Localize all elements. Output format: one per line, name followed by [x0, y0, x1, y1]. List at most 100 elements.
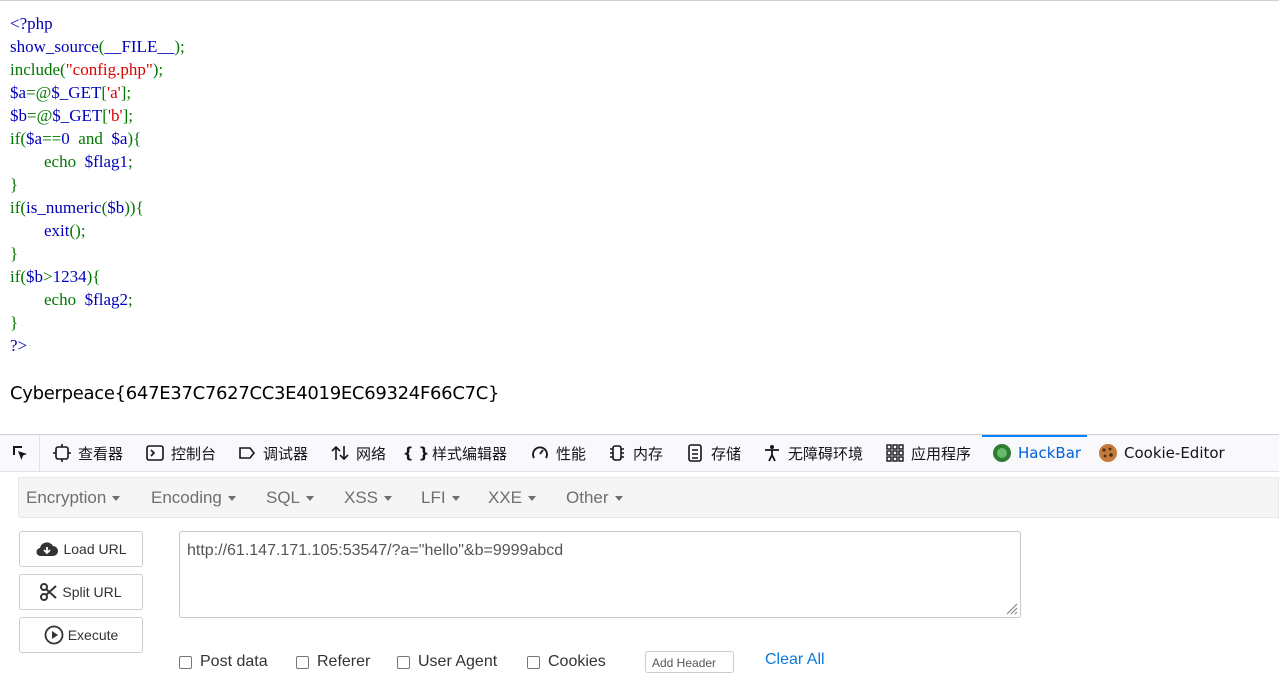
add-header-button[interactable]: Add Header [645, 651, 734, 673]
code-token: ){ [86, 267, 101, 286]
code-token: =@ [26, 83, 52, 102]
devtools-toolbar: 查看器 控制台 调试器 网络 { } 样式编辑器 性能 内存 存储 无障碍环境 … [0, 435, 1279, 472]
load-url-button[interactable]: Load URL [19, 531, 143, 567]
tab-storage[interactable]: 存储 [685, 435, 741, 471]
code-token: } [10, 175, 19, 194]
code-token: $b [107, 198, 125, 217]
menu-sql[interactable]: SQL [266, 488, 315, 508]
code-line: ?> [10, 334, 185, 357]
code-token: (); [69, 221, 86, 240]
tab-label: HackBar [1018, 444, 1082, 462]
tab-label: Cookie-Editor [1124, 444, 1225, 462]
code-token: ]; [120, 83, 132, 102]
network-icon [330, 443, 350, 463]
code-token: is_numeric [26, 198, 102, 217]
cookies-checkbox[interactable] [527, 655, 540, 669]
user-agent-option[interactable]: User Agent [397, 653, 497, 671]
code-line: echo $flag1; [10, 150, 185, 173]
tab-console[interactable]: 控制台 [145, 435, 216, 471]
console-icon [145, 443, 165, 463]
clear-all-link[interactable]: Clear All [765, 651, 825, 669]
performance-icon [530, 443, 550, 463]
code-line: $b=@$_GET['b']; [10, 104, 185, 127]
code-token: ; [128, 290, 133, 309]
code-token: $a [10, 83, 27, 102]
tab-label: 查看器 [78, 444, 124, 463]
menu-lfi[interactable]: LFI [421, 488, 460, 508]
code-token: == [42, 129, 62, 148]
code-token: show_source [10, 37, 99, 56]
code-token: and [78, 129, 112, 148]
code-line: } [10, 242, 185, 265]
url-textarea[interactable]: http://61.147.171.105:53547/?a="hello"&b… [179, 531, 1021, 618]
scissors-icon [40, 583, 58, 601]
referer-checkbox[interactable] [296, 655, 309, 669]
cloud-download-icon [36, 542, 59, 557]
code-token: ){ [127, 129, 142, 148]
execute-button[interactable]: Execute [19, 617, 143, 653]
code-token: ?> [10, 336, 28, 355]
menu-encryption[interactable]: Encryption [26, 488, 121, 508]
tab-label: 存储 [711, 444, 742, 463]
code-token: $flag1 [84, 152, 129, 171]
chevron-down-icon [528, 496, 537, 502]
code-token: $flag2 [84, 290, 129, 309]
menu-xxe[interactable]: XXE [488, 488, 537, 508]
menu-xss[interactable]: XSS [344, 488, 393, 508]
hackbar-icon [992, 443, 1012, 463]
code-token: if( [10, 267, 27, 286]
referer-option[interactable]: Referer [296, 653, 370, 671]
code-token: 'b' [107, 106, 123, 125]
code-token: $b [10, 106, 27, 125]
code-line: if($a==0 and $a){ [10, 127, 185, 150]
post-data-option[interactable]: Post data [179, 653, 268, 671]
code-line: $a=@$_GET['a']; [10, 81, 185, 104]
tab-performance[interactable]: 性能 [530, 435, 586, 471]
tab-hackbar[interactable]: HackBar [981, 435, 1088, 471]
play-circle-icon [44, 625, 64, 645]
php-source-code: <?php show_source(__FILE__); include("conf… [10, 12, 185, 357]
memory-icon [607, 443, 627, 463]
code-token: if( [10, 198, 27, 217]
tab-memory[interactable]: 内存 [607, 435, 663, 471]
tab-style-editor[interactable]: { } 样式编辑器 [402, 435, 507, 471]
post-data-checkbox[interactable] [179, 655, 192, 669]
debugger-icon [237, 443, 257, 463]
inspector-icon [52, 443, 72, 463]
tab-debugger[interactable]: 调试器 [237, 435, 308, 471]
tab-application[interactable]: 应用程序 [885, 435, 971, 471]
menu-other[interactable]: Other [566, 488, 623, 508]
tab-cookie-editor[interactable]: Cookie-Editor [1098, 435, 1225, 471]
tab-label: 控制台 [171, 444, 217, 463]
element-picker-icon [12, 446, 27, 460]
code-token: "config.php" [65, 60, 153, 79]
tab-label: 性能 [556, 444, 587, 463]
tab-label: 无障碍环境 [788, 444, 864, 463]
code-token: ); [174, 37, 185, 56]
resize-handle-icon[interactable] [1004, 601, 1018, 615]
url-value: http://61.147.171.105:53547/?a="hello"&b… [187, 542, 564, 559]
php-source-view: <?php show_source(__FILE__); include("conf… [0, 0, 1279, 434]
user-agent-checkbox[interactable] [397, 655, 410, 669]
menu-encoding[interactable]: Encoding [151, 488, 236, 508]
cookie-icon [1098, 443, 1118, 463]
tab-inspector[interactable]: 查看器 [52, 435, 123, 471]
chevron-down-icon [614, 496, 623, 502]
code-token: ; [128, 152, 133, 171]
chevron-down-icon [451, 496, 460, 502]
devtools-panel: 查看器 控制台 调试器 网络 { } 样式编辑器 性能 内存 存储 无障碍环境 … [0, 434, 1279, 673]
style-editor-icon: { } [402, 444, 430, 462]
tab-accessibility[interactable]: 无障碍环境 [762, 435, 863, 471]
code-token: ]; [122, 106, 133, 125]
tab-network[interactable]: 网络 [330, 435, 386, 471]
cookies-option[interactable]: Cookies [527, 653, 606, 671]
code-line: echo $flag2; [10, 288, 185, 311]
tab-label: 应用程序 [911, 444, 972, 463]
code-token: $a [111, 129, 128, 148]
chevron-down-icon [112, 496, 121, 502]
code-token: > [43, 267, 53, 286]
code-token: $b [26, 267, 44, 286]
split-url-button[interactable]: Split URL [19, 574, 143, 610]
accessibility-icon [762, 443, 782, 463]
element-picker-button[interactable] [0, 435, 40, 471]
